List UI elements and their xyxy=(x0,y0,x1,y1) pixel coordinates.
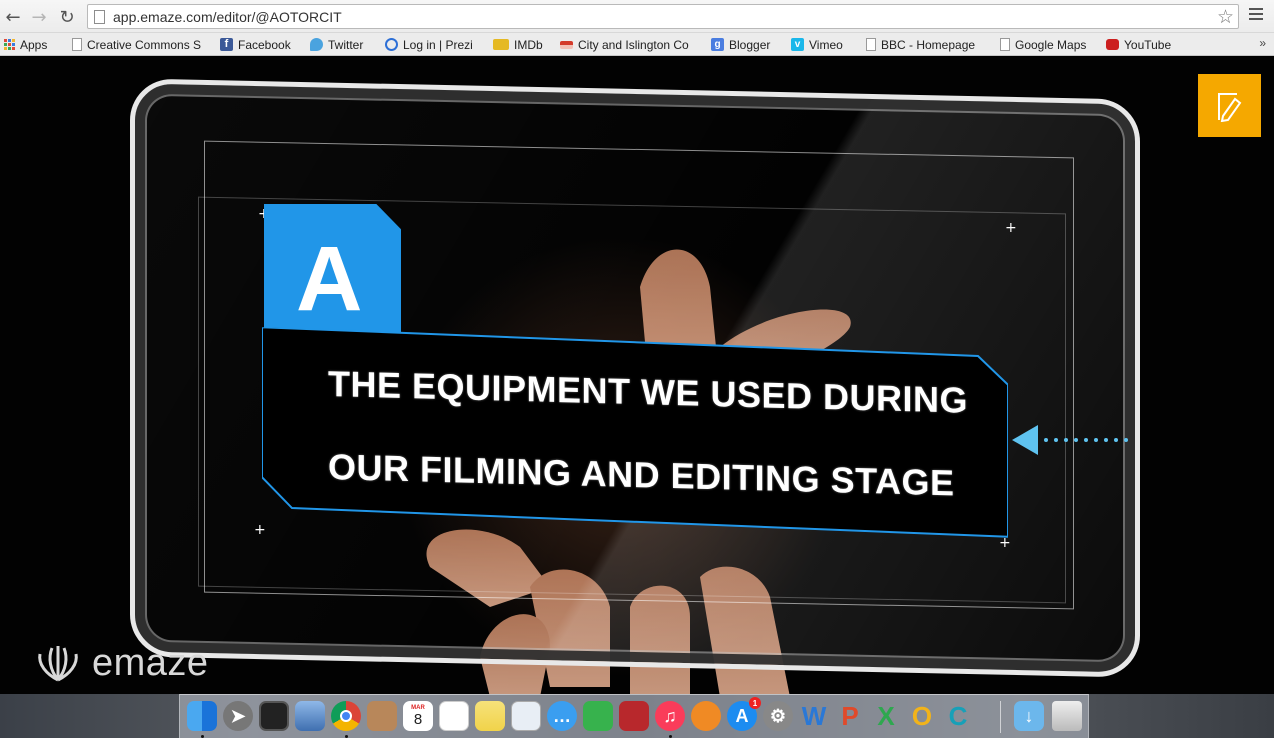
finder-icon[interactable] xyxy=(187,701,217,731)
vimeo-icon: v xyxy=(791,38,804,51)
app-store-icon[interactable]: A1 xyxy=(727,697,761,731)
outlook-icon[interactable]: O xyxy=(907,701,937,731)
emaze-peacock-icon xyxy=(38,645,78,681)
chrome-icon[interactable] xyxy=(331,701,361,731)
bookmark-creative-commons[interactable]: Creative Commons S xyxy=(72,36,201,53)
bookmark-label: Twitter xyxy=(328,37,364,52)
calendar-day: 8 xyxy=(413,710,423,728)
twitter-icon xyxy=(310,38,323,51)
facetime-icon[interactable] xyxy=(583,701,613,731)
page-icon xyxy=(1000,38,1010,51)
contacts-icon[interactable] xyxy=(367,701,397,731)
bookmark-imdb[interactable]: IMDb xyxy=(493,36,543,53)
forward-arrow-icon[interactable]: → xyxy=(28,6,50,28)
trash-icon[interactable] xyxy=(1052,701,1082,731)
facebook-icon: f xyxy=(220,38,233,51)
preview-docs-icon[interactable] xyxy=(511,701,541,731)
notification-badge: 1 xyxy=(749,697,761,709)
bookmark-apps[interactable]: Apps xyxy=(4,36,47,53)
launchpad-icon[interactable]: ➤ xyxy=(223,701,253,731)
ibooks-icon[interactable] xyxy=(691,701,721,731)
corner-plus-icon: + xyxy=(254,522,266,538)
corner-plus-icon: + xyxy=(1005,220,1017,236)
dock-separator xyxy=(1000,701,1001,733)
bookmark-bbc[interactable]: BBC - Homepage xyxy=(866,36,975,53)
calendar-icon[interactable]: MAR 8 xyxy=(403,701,433,731)
google-icon: g xyxy=(711,38,724,51)
bookmark-label: Log in | Prezi xyxy=(403,37,473,52)
reminders-icon[interactable] xyxy=(439,701,469,731)
bookmarks-bar: Apps Creative Commons S f Facebook Twitt… xyxy=(0,33,1274,56)
bookmark-star-icon[interactable]: ☆ xyxy=(1217,6,1234,28)
preview-icon[interactable] xyxy=(295,701,325,731)
bookmark-twitter[interactable]: Twitter xyxy=(310,36,363,53)
photo-booth-red-icon[interactable] xyxy=(619,701,649,731)
browser-toolbar: ← → ↻ app.emaze.com/editor/@AOTORCIT ☆ xyxy=(0,0,1274,33)
bookmark-blogger[interactable]: g Blogger xyxy=(711,36,770,53)
emaze-logo-text: emaze xyxy=(92,642,209,684)
bookmarks-overflow-icon[interactable]: » xyxy=(1259,36,1266,50)
page-icon xyxy=(72,38,82,51)
bookmark-label: Apps xyxy=(20,37,48,52)
title-box[interactable]: THE EQUIPMENT WE USED DURING OUR FILMING… xyxy=(262,327,1008,542)
bookmark-vimeo[interactable]: v Vimeo xyxy=(791,36,843,53)
word-icon[interactable]: W xyxy=(799,701,829,731)
photo-booth-icon[interactable] xyxy=(259,701,289,731)
communicator-icon[interactable]: C xyxy=(943,701,973,731)
title-box-outline xyxy=(262,327,1008,538)
bookmark-label: City and Islington Co xyxy=(578,37,689,52)
excel-icon[interactable]: X xyxy=(871,701,901,731)
bookmark-label: BBC - Homepage xyxy=(881,37,976,52)
edit-button[interactable] xyxy=(1198,74,1261,137)
emaze-logo[interactable]: emaze xyxy=(32,642,209,685)
bookmark-label: Facebook xyxy=(238,37,291,52)
bookmark-facebook[interactable]: f Facebook xyxy=(220,36,291,53)
menu-icon[interactable] xyxy=(1249,8,1263,22)
prezi-icon xyxy=(385,38,398,51)
address-url[interactable]: app.emaze.com/editor/@AOTORCIT xyxy=(113,9,342,25)
itunes-icon[interactable]: ♫ xyxy=(655,701,685,731)
apps-grid-icon xyxy=(4,39,15,50)
page-icon xyxy=(94,10,105,24)
bookmark-label: YouTube xyxy=(1124,37,1172,52)
bookmark-google-maps[interactable]: Google Maps xyxy=(1000,36,1086,53)
powerpoint-icon[interactable]: P xyxy=(835,701,865,731)
bookmark-label: Creative Commons S xyxy=(87,37,202,52)
messages-icon[interactable]: … xyxy=(547,701,577,731)
bookmark-label: Blogger xyxy=(729,37,771,52)
bookmark-label: IMDb xyxy=(514,37,543,52)
system-preferences-icon[interactable]: ⚙ xyxy=(763,701,793,731)
bookmark-label: Vimeo xyxy=(809,37,843,52)
address-bar[interactable]: app.emaze.com/editor/@AOTORCIT ☆ xyxy=(87,4,1239,29)
pencil-edit-icon xyxy=(1217,92,1241,122)
bookmark-youtube[interactable]: YouTube xyxy=(1106,36,1171,53)
youtube-icon xyxy=(1106,39,1119,50)
slide-stage[interactable]: + + + + A THE EQUIPMENT WE USED DURING O… xyxy=(0,57,1274,694)
back-arrow-icon[interactable]: ← xyxy=(2,6,24,28)
pointer-arrow-icon xyxy=(1012,425,1128,455)
bookmark-label: Google Maps xyxy=(1015,37,1087,52)
notes-icon[interactable] xyxy=(475,701,505,731)
downloads-folder-icon[interactable]: ↓ xyxy=(1014,701,1044,731)
slide-letter[interactable]: A xyxy=(296,233,362,325)
dock: ➤ MAR 8 … ♫ A1 ⚙ W P X O C ↓ xyxy=(179,694,1089,738)
page-icon xyxy=(866,38,876,51)
bookmark-prezi[interactable]: Log in | Prezi xyxy=(385,36,473,53)
college-icon xyxy=(560,40,573,49)
imdb-icon xyxy=(493,39,509,50)
bookmark-city-islington[interactable]: City and Islington Co xyxy=(560,36,689,53)
reload-icon[interactable]: ↻ xyxy=(56,6,78,28)
